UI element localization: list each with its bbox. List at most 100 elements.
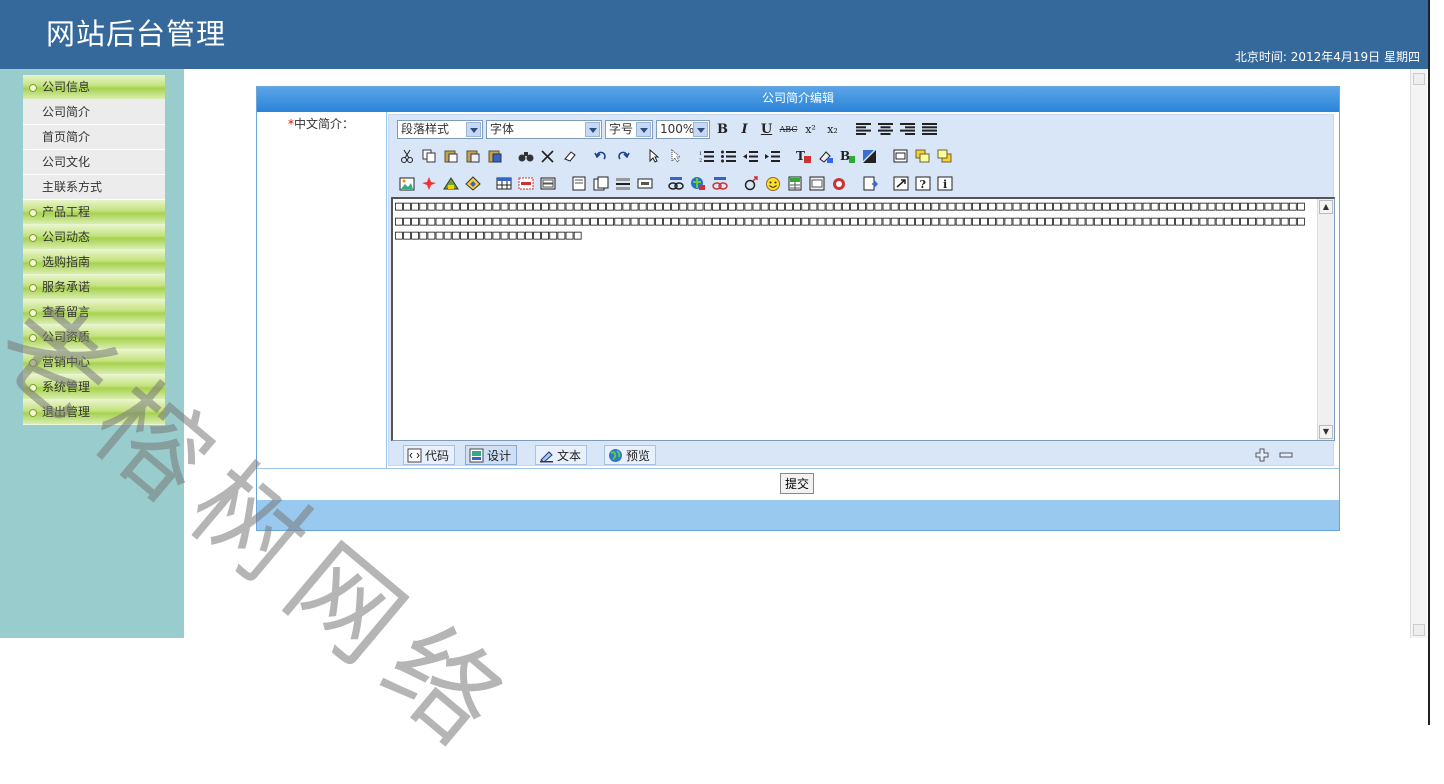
- insert-form-icon[interactable]: [538, 174, 557, 193]
- insert-flash-icon[interactable]: [419, 174, 438, 193]
- ordered-list-icon[interactable]: 12: [697, 147, 716, 166]
- select-all-icon[interactable]: [666, 147, 685, 166]
- menu-group-company-info[interactable]: 公司信息: [23, 75, 165, 100]
- menu-group-system[interactable]: 系统管理: [23, 375, 165, 400]
- menu-group-products[interactable]: 产品工程: [23, 200, 165, 225]
- select-value: 字号: [609, 121, 634, 136]
- indent-icon[interactable]: [763, 147, 782, 166]
- insert-anchor-icon[interactable]: [688, 174, 707, 193]
- scroll-down-arrow[interactable]: ▼: [1319, 425, 1333, 439]
- remove-link-icon[interactable]: [710, 174, 729, 193]
- special-char-icon[interactable]: [741, 174, 760, 193]
- sidebar: 公司信息 公司简介 首页简介 公司文化 主联系方式 产品工程 公司动态 选购指南…: [0, 69, 184, 638]
- menu-group-qualification[interactable]: 公司资质: [23, 325, 165, 350]
- insert-page-icon[interactable]: [569, 174, 588, 193]
- cut-icon[interactable]: [397, 147, 416, 166]
- label-cell: *中文简介：: [257, 112, 387, 469]
- superscript-button[interactable]: x²: [801, 120, 820, 139]
- font-size-select[interactable]: 字号: [605, 119, 653, 139]
- menu-label: 选购指南: [42, 255, 91, 269]
- font-color-icon[interactable]: T: [794, 147, 813, 166]
- horizontal-rule-icon[interactable]: [613, 174, 632, 193]
- copy-icon[interactable]: [419, 147, 438, 166]
- menu-item-contact[interactable]: 主联系方式: [23, 175, 165, 200]
- absolute-position-icon[interactable]: [860, 147, 879, 166]
- insert-link-icon[interactable]: [666, 174, 685, 193]
- menu-item-company-culture[interactable]: 公司文化: [23, 150, 165, 175]
- insert-layer-2-icon[interactable]: [935, 147, 954, 166]
- editor-content-area[interactable]: □□□□□□□□□□□□□□□□□□□□□□□□□□□□□□□□□□□□□□□□…: [391, 197, 1335, 441]
- select-cursor-icon[interactable]: [644, 147, 663, 166]
- code-mode-button[interactable]: 代码: [403, 445, 456, 465]
- undo-icon[interactable]: [591, 147, 610, 166]
- paste-word-icon[interactable]: [485, 147, 504, 166]
- align-left-icon[interactable]: [854, 120, 873, 139]
- menu-group-logout[interactable]: 退出管理: [23, 400, 165, 425]
- menu-item-home-profile[interactable]: 首页简介: [23, 125, 165, 150]
- chevron-down-icon: [636, 121, 651, 137]
- delete-icon[interactable]: [538, 147, 557, 166]
- menu-item-company-profile[interactable]: 公司简介: [23, 100, 165, 125]
- fullscreen-icon[interactable]: [891, 174, 910, 193]
- justify-icon[interactable]: [920, 120, 939, 139]
- shrink-editor-icon[interactable]: [1279, 448, 1293, 462]
- highlight-color-icon[interactable]: [816, 147, 835, 166]
- insert-image-icon[interactable]: [397, 174, 416, 193]
- menu-group-news[interactable]: 公司动态: [23, 225, 165, 250]
- insert-box-icon[interactable]: [891, 147, 910, 166]
- submit-button[interactable]: 提交: [780, 473, 815, 494]
- insert-excel-icon[interactable]: [785, 174, 804, 193]
- menu-group-marketing[interactable]: 营销中心: [23, 350, 165, 375]
- scroll-down-arrow[interactable]: [1413, 624, 1425, 636]
- insert-table-icon[interactable]: [494, 174, 513, 193]
- insert-marquee-icon[interactable]: [635, 174, 654, 193]
- toolbar-row-1: 段落样式 字体 字号 100% B I U ABC x² x₂: [397, 118, 939, 140]
- main-scrollbar[interactable]: [1410, 69, 1427, 638]
- scroll-up-arrow[interactable]: [1413, 73, 1425, 85]
- enlarge-editor-icon[interactable]: [1255, 448, 1269, 462]
- preview-mode-button[interactable]: 预览: [604, 445, 657, 465]
- outdent-icon[interactable]: [741, 147, 760, 166]
- text-mode-button[interactable]: 文本: [535, 445, 588, 465]
- menu-group-messages[interactable]: 查看留言: [23, 300, 165, 325]
- subscript-button[interactable]: x₂: [823, 120, 842, 139]
- bullet-icon: [29, 84, 37, 92]
- background-color-icon[interactable]: B: [838, 147, 857, 166]
- strikethrough-button[interactable]: ABC: [779, 120, 798, 139]
- design-mode-button[interactable]: 设计: [465, 445, 518, 465]
- about-icon[interactable]: i: [935, 174, 954, 193]
- editor-mode-bar: 代码 设计 文本 预览: [397, 445, 1327, 465]
- insert-template-icon[interactable]: [591, 174, 610, 193]
- menu-group-guide[interactable]: 选购指南: [23, 250, 165, 275]
- font-select[interactable]: 字体: [486, 119, 602, 139]
- bold-button[interactable]: B: [713, 120, 732, 139]
- insert-media-icon[interactable]: [441, 174, 460, 193]
- insert-row-icon[interactable]: [516, 174, 535, 193]
- insert-layer-icon[interactable]: [913, 147, 932, 166]
- emoticon-icon[interactable]: [763, 174, 782, 193]
- italic-button[interactable]: I: [735, 120, 754, 139]
- insert-code-icon[interactable]: [860, 174, 879, 193]
- insert-file-icon[interactable]: [463, 174, 482, 193]
- redo-icon[interactable]: [613, 147, 632, 166]
- menu-group-service[interactable]: 服务承诺: [23, 275, 165, 300]
- bullet-icon: [29, 284, 37, 292]
- find-icon[interactable]: [516, 147, 535, 166]
- bullet-icon: [29, 259, 37, 267]
- align-center-icon[interactable]: [876, 120, 895, 139]
- unordered-list-icon[interactable]: [719, 147, 738, 166]
- select-value: 段落样式: [401, 121, 450, 136]
- insert-word-icon[interactable]: [807, 174, 826, 193]
- paragraph-style-select[interactable]: 段落样式: [397, 119, 483, 139]
- svg-text:T: T: [796, 149, 805, 163]
- underline-button[interactable]: U: [757, 120, 776, 139]
- editor-scrollbar[interactable]: ▲ ▼: [1317, 199, 1334, 440]
- eraser-icon[interactable]: [560, 147, 579, 166]
- zoom-select[interactable]: 100%: [656, 119, 710, 139]
- align-right-icon[interactable]: [898, 120, 917, 139]
- paste-icon[interactable]: [441, 147, 460, 166]
- paste-text-icon[interactable]: [463, 147, 482, 166]
- help-icon[interactable]: ?: [913, 174, 932, 193]
- scroll-up-arrow[interactable]: ▲: [1319, 200, 1333, 214]
- insert-symbol-icon[interactable]: [829, 174, 848, 193]
